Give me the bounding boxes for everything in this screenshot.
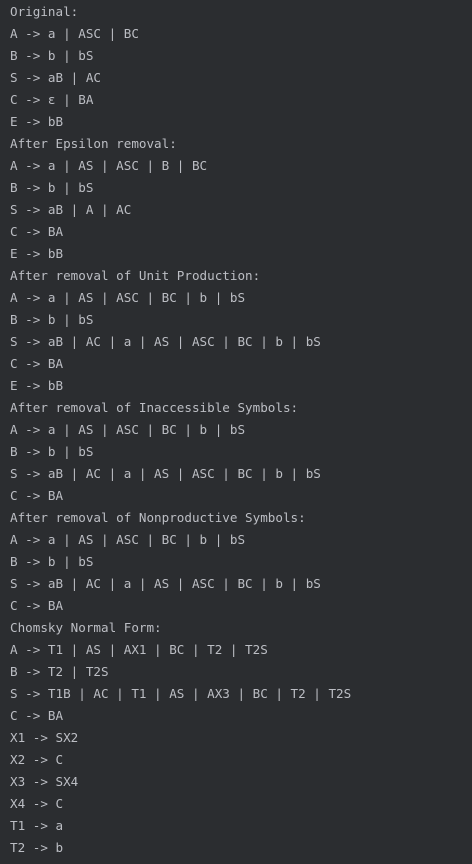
- console-line-cnf-b: B -> T2 | T2S: [10, 664, 109, 679]
- console-line-unit-b: B -> b | bS: [10, 312, 94, 327]
- console-line-inaccessible-header: After removal of Inaccessible Symbols:: [10, 400, 299, 415]
- console-line-original-s: S -> aB | AC: [10, 70, 101, 85]
- console-line-unit-header: After removal of Unit Production:: [10, 268, 261, 283]
- console-line-cnf-t1: T1 -> a: [10, 818, 64, 833]
- console-line-cnf-x4: X4 -> C: [10, 796, 64, 811]
- console-line-original-b: B -> b | bS: [10, 48, 94, 63]
- console-line-epsilon-a: A -> a | AS | ASC | B | BC: [10, 158, 208, 173]
- console-line-nonproductive-b: B -> b | bS: [10, 554, 94, 569]
- console-output[interactable]: Original: A -> a | ASC | BC B -> b | bS …: [0, 1, 472, 864]
- console-line-cnf-x3: X3 -> SX4: [10, 774, 79, 789]
- console-line-inaccessible-b: B -> b | bS: [10, 444, 94, 459]
- console-line-original-e: E -> bB: [10, 114, 64, 129]
- console-line-cnf-s: S -> T1B | AC | T1 | AS | AX3 | BC | T2 …: [10, 686, 352, 701]
- console-line-unit-a: A -> a | AS | ASC | BC | b | bS: [10, 290, 246, 305]
- console-line-nonproductive-header: After removal of Nonproductive Symbols:: [10, 510, 306, 525]
- console-line-original-c: C -> ε | BA: [10, 92, 94, 107]
- console-line-cnf-header: Chomsky Normal Form:: [10, 620, 162, 635]
- console-line-nonproductive-c: C -> BA: [10, 598, 64, 613]
- console-line-epsilon-c: C -> BA: [10, 224, 64, 239]
- console-line-nonproductive-a: A -> a | AS | ASC | BC | b | bS: [10, 532, 246, 547]
- console-line-epsilon-header: After Epsilon removal:: [10, 136, 177, 151]
- console-line-inaccessible-c: C -> BA: [10, 488, 64, 503]
- console-line-epsilon-s: S -> aB | A | AC: [10, 202, 132, 217]
- console-line-original-header: Original:: [10, 4, 79, 19]
- console-line-epsilon-e: E -> bB: [10, 246, 64, 261]
- console-line-nonproductive-s: S -> aB | AC | a | AS | ASC | BC | b | b…: [10, 576, 321, 591]
- console-line-original-a: A -> a | ASC | BC: [10, 26, 139, 41]
- console-line-inaccessible-a: A -> a | AS | ASC | BC | b | bS: [10, 422, 246, 437]
- console-line-cnf-a: A -> T1 | AS | AX1 | BC | T2 | T2S: [10, 642, 268, 657]
- console-line-unit-s: S -> aB | AC | a | AS | ASC | BC | b | b…: [10, 334, 321, 349]
- console-line-cnf-t2: T2 -> b: [10, 840, 64, 855]
- console-line-epsilon-b: B -> b | bS: [10, 180, 94, 195]
- console-line-cnf-x1: X1 -> SX2: [10, 730, 79, 745]
- console-line-cnf-x2: X2 -> C: [10, 752, 64, 767]
- console-line-cnf-c: C -> BA: [10, 708, 64, 723]
- console-line-inaccessible-s: S -> aB | AC | a | AS | ASC | BC | b | b…: [10, 466, 321, 481]
- console-line-unit-c: C -> BA: [10, 356, 64, 371]
- console-line-unit-e: E -> bB: [10, 378, 64, 393]
